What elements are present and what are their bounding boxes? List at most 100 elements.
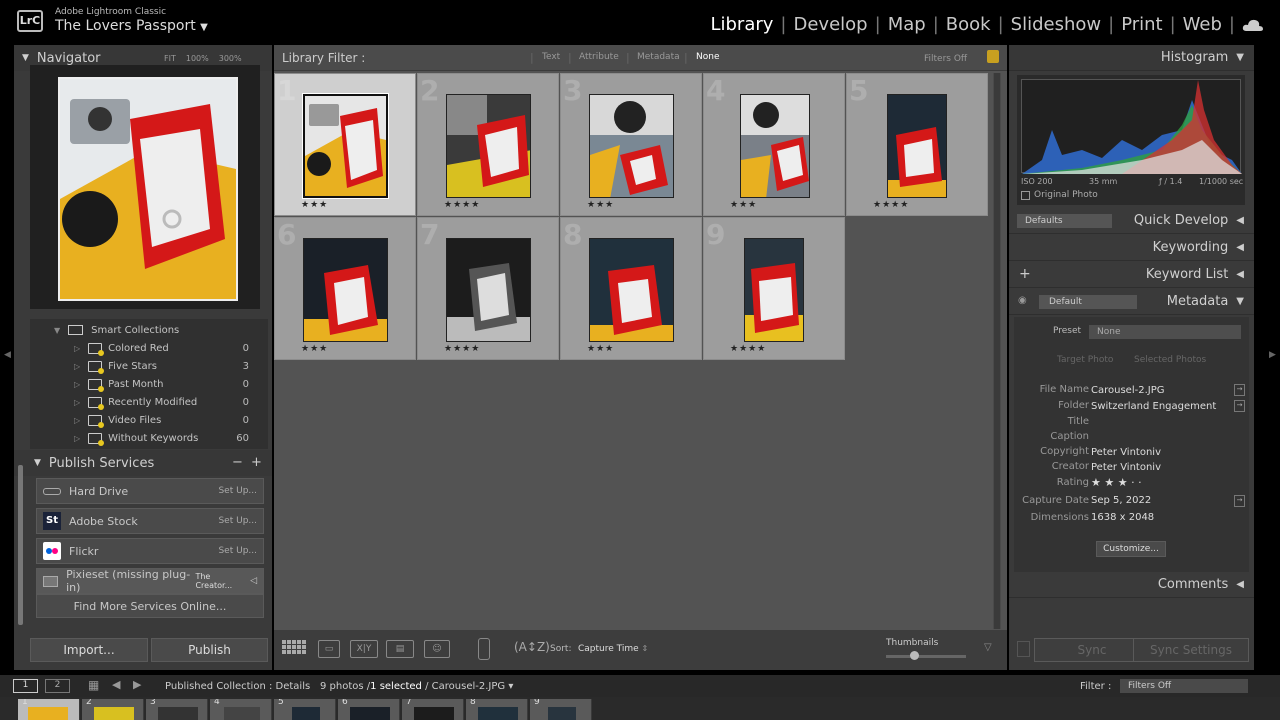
title-input[interactable] xyxy=(1089,416,1241,430)
sync-settings-button[interactable]: Sync Settings xyxy=(1133,638,1249,662)
thumbnail[interactable] xyxy=(589,94,674,198)
module-print[interactable]: Print xyxy=(1121,14,1162,35)
catalog-name[interactable]: The Lovers Passport ▼ xyxy=(55,18,208,34)
star-rating[interactable]: ★★★★ xyxy=(444,344,480,354)
field-value[interactable]: Switzerland Engagement xyxy=(1089,400,1241,414)
thumbnail[interactable] xyxy=(740,94,810,198)
grid-cell[interactable]: 7 ★★★★ xyxy=(417,217,559,360)
filmstrip-thumb[interactable]: 7 xyxy=(402,699,464,720)
collection-row[interactable]: ▷ Recently Modified 0 xyxy=(74,393,259,411)
filters-off-dropdown[interactable]: Filters Off xyxy=(924,54,967,64)
module-slideshow[interactable]: Slideshow xyxy=(1011,14,1101,35)
collection-row[interactable]: ▷ Colored Red 0 xyxy=(74,339,259,357)
filmstrip-filter-dropdown[interactable]: Filters Off xyxy=(1120,679,1248,693)
compare-view-icon[interactable]: X|Y xyxy=(350,640,378,658)
field-value[interactable]: Carousel-2.JPG xyxy=(1089,384,1241,398)
setup-link[interactable]: Set Up... xyxy=(218,516,257,526)
star-rating[interactable]: ★★★ xyxy=(587,344,614,354)
grid-cell[interactable]: 3 ★★★ xyxy=(560,73,702,216)
file-name-action-icon[interactable]: → xyxy=(1234,384,1245,396)
painter-icon[interactable] xyxy=(478,638,490,660)
slider-handle[interactable] xyxy=(910,651,919,660)
keyword-list-header[interactable]: + Keyword List ◀ xyxy=(1009,262,1254,288)
grid-cell[interactable]: 8 ★★★ xyxy=(560,217,702,360)
star-rating[interactable]: ★★★★ xyxy=(873,200,909,210)
zoom-100[interactable]: 100% xyxy=(186,54,209,63)
loupe-view-icon[interactable]: ▭ xyxy=(318,640,340,658)
filmstrip-thumb[interactable]: 1 xyxy=(18,699,80,720)
left-scrollbar[interactable] xyxy=(18,465,23,625)
right-panel-toggle-icon[interactable]: ▶ xyxy=(1269,350,1276,360)
add-service-button[interactable]: + xyxy=(251,455,262,470)
people-view-icon[interactable]: ☺ xyxy=(424,640,450,658)
collection-row[interactable]: ▷ Five Stars 3 xyxy=(74,357,259,375)
field-value[interactable]: Peter Vintoniv xyxy=(1089,446,1241,460)
filmstrip-thumb[interactable]: 5 xyxy=(274,699,336,720)
field-value[interactable]: Peter Vintoniv xyxy=(1089,461,1241,475)
grid-icon[interactable]: ▦ xyxy=(88,678,99,692)
filmstrip-thumb[interactable]: 6 xyxy=(338,699,400,720)
comments-header[interactable]: Comments ◀ xyxy=(1009,572,1254,598)
customize-button[interactable]: Customize... xyxy=(1096,541,1166,557)
grid-cell[interactable]: 6 ★★★ xyxy=(274,217,416,360)
setup-link[interactable]: Set Up... xyxy=(218,546,257,556)
service-hard-drive[interactable]: Hard Drive Set Up... xyxy=(36,478,264,504)
collection-row[interactable]: ▷ Without Keywords 60 xyxy=(74,429,259,447)
left-panel-toggle-icon[interactable]: ◀ xyxy=(4,350,11,360)
collapse-arrow-icon[interactable]: ◁ xyxy=(250,576,257,586)
thumbnail[interactable] xyxy=(303,238,388,342)
filmstrip-thumb[interactable]: 8 xyxy=(466,699,528,720)
publish-button[interactable]: Publish xyxy=(151,638,268,662)
module-web[interactable]: Web xyxy=(1183,14,1222,35)
thumbnail[interactable] xyxy=(589,238,674,342)
grid-cell[interactable]: 9 ★★★★ xyxy=(703,217,845,360)
grid-cell[interactable]: 4 ★★★ xyxy=(703,73,845,216)
add-keyword-icon[interactable]: + xyxy=(1019,266,1031,282)
cloud-icon[interactable] xyxy=(1242,18,1264,32)
sort-dropdown[interactable]: Capture Time ⇕ xyxy=(578,644,648,654)
filmstrip-thumb[interactable]: 9 xyxy=(530,699,592,720)
folder-action-icon[interactable]: → xyxy=(1234,400,1245,412)
back-arrow-icon[interactable]: ◀ xyxy=(112,678,120,691)
original-photo-checkbox[interactable] xyxy=(1021,191,1030,200)
eye-icon[interactable]: ◉ xyxy=(1018,295,1027,306)
metadata-preset-select[interactable]: None xyxy=(1089,325,1241,339)
metadata-header[interactable]: ◉ Default Metadata ▼ xyxy=(1009,289,1254,315)
auto-sync-toggle[interactable] xyxy=(1017,641,1030,657)
remove-service-button[interactable]: − xyxy=(232,455,243,470)
grid-scrollbar[interactable] xyxy=(994,73,1000,629)
forward-arrow-icon[interactable]: ▶ xyxy=(133,678,141,691)
grid-cell[interactable]: 1 ★★★ xyxy=(274,73,416,216)
star-rating[interactable]: ★★★ xyxy=(301,200,328,210)
target-photo-toggle[interactable]: Target Photo xyxy=(1057,355,1113,365)
thumbnail[interactable] xyxy=(887,94,947,198)
star-rating[interactable]: ★★★★ xyxy=(730,344,766,354)
thumbnail[interactable] xyxy=(446,94,531,198)
grid-view-icon[interactable] xyxy=(282,640,306,658)
lock-icon[interactable] xyxy=(987,50,999,63)
metadata-preset-dropdown[interactable]: Default xyxy=(1039,295,1137,309)
zoom-300[interactable]: 300% xyxy=(219,54,242,63)
smart-collections-set[interactable]: ▼ Smart Collections xyxy=(54,321,239,339)
source-label[interactable]: Published Collection : Details xyxy=(165,681,310,692)
setup-link[interactable]: Set Up... xyxy=(218,486,257,496)
star-rating[interactable]: ★★★ xyxy=(587,200,614,210)
thumbnail-size-slider[interactable] xyxy=(886,651,966,660)
collection-row[interactable]: ▷ Video Files 0 xyxy=(74,411,259,429)
filmstrip-thumb[interactable]: 4 xyxy=(210,699,272,720)
keywording-header[interactable]: Keywording ◀ xyxy=(1009,235,1254,261)
grid-cell[interactable]: 5 ★★★★ xyxy=(846,73,988,216)
filter-text-tab[interactable]: Text xyxy=(542,52,560,62)
main-window-button[interactable]: 1 xyxy=(13,679,38,693)
service-pixieset[interactable]: Pixieset (missing plug-in) The Creator..… xyxy=(36,568,264,594)
filter-metadata-tab[interactable]: Metadata xyxy=(637,52,680,62)
thumbnail[interactable] xyxy=(302,93,389,199)
find-more-services-button[interactable]: Find More Services Online... xyxy=(36,594,264,618)
star-rating[interactable]: ★★★★ xyxy=(444,200,480,210)
publish-services-header[interactable]: ▼ Publish Services − + xyxy=(14,450,272,476)
quick-develop-preset-dropdown[interactable]: Defaults xyxy=(1017,214,1112,228)
rating-stars[interactable]: ★ ★ ★ · · xyxy=(1091,476,1142,489)
filmstrip-thumb[interactable]: 2 xyxy=(82,699,144,720)
service-flickr[interactable]: Flickr Set Up... xyxy=(36,538,264,564)
sort-direction-icon[interactable]: (A↕Z) xyxy=(514,640,550,654)
